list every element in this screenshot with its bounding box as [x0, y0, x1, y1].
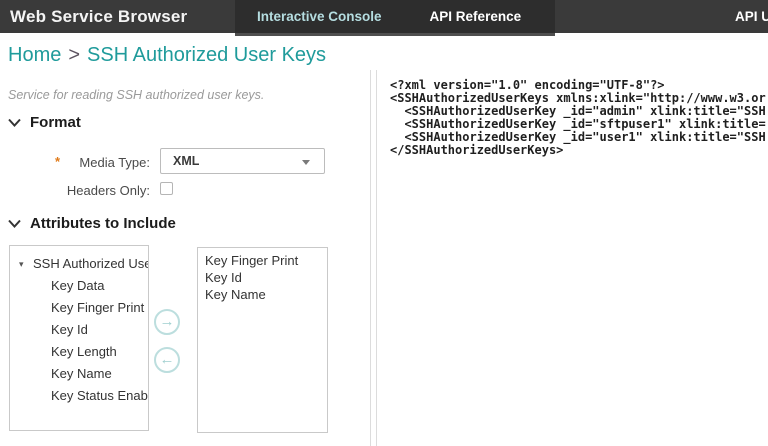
dropdown-caret-icon	[302, 160, 310, 165]
tree-item[interactable]: Key Status Enab	[10, 385, 148, 407]
xml-response-output: <?xml version="1.0" encoding="UTF-8"?> <…	[378, 70, 768, 157]
list-item[interactable]: Key Id	[205, 269, 327, 286]
service-description: Service for reading SSH authorized user …	[8, 88, 265, 102]
headers-only-checkbox[interactable]	[160, 182, 173, 195]
selected-attributes-list: Key Finger Print Key Id Key Name	[197, 247, 328, 433]
media-type-selected-value: XML	[173, 154, 200, 168]
list-item[interactable]: Key Finger Print	[205, 252, 327, 269]
api-use-link[interactable]: API Use	[735, 9, 768, 24]
top-header-bar: Web Service Browser Interactive Console …	[0, 0, 768, 36]
web-service-browser-window: Web Service Browser Interactive Console …	[0, 0, 768, 446]
format-section-header[interactable]: Format	[8, 114, 81, 131]
format-section-title: Format	[30, 114, 81, 131]
tree-item[interactable]: Key Finger Print	[10, 297, 148, 319]
tree-item[interactable]: Key Id	[10, 319, 148, 341]
tree-item[interactable]: Key Length	[10, 341, 148, 363]
chevron-down-icon	[8, 219, 21, 228]
attributes-section-title: Attributes to Include	[30, 215, 176, 232]
list-item[interactable]: Key Name	[205, 286, 327, 303]
media-type-select[interactable]: XML	[160, 148, 325, 174]
tree-root-label: SSH Authorized Use	[33, 256, 149, 271]
response-pane: <?xml version="1.0" encoding="UTF-8"?> <…	[378, 70, 768, 446]
header-tabstrip: Interactive Console API Reference	[235, 0, 555, 36]
tab-interactive-console[interactable]: Interactive Console	[235, 0, 406, 33]
move-right-button[interactable]: →	[154, 309, 180, 335]
move-left-button[interactable]: ←	[154, 347, 180, 373]
breadcrumb: Home > SSH Authorized User Keys	[8, 44, 326, 67]
app-title: Web Service Browser	[10, 7, 188, 26]
disclosure-triangle-icon: ▾	[19, 259, 24, 269]
chevron-down-icon	[8, 118, 21, 127]
headers-only-label: Headers Only:	[66, 183, 150, 198]
tree-root-item[interactable]: ▾ SSH Authorized Use	[10, 253, 148, 275]
page-title: SSH Authorized User Keys	[87, 44, 327, 66]
tree-item[interactable]: Key Name	[10, 363, 148, 385]
available-attributes-tree: ▾ SSH Authorized Use Key Data Key Finger…	[9, 245, 149, 431]
breadcrumb-separator: >	[68, 44, 81, 66]
pane-splitter[interactable]	[370, 70, 377, 446]
service-config-pane: Service for reading SSH authorized user …	[0, 70, 370, 446]
breadcrumb-home-link[interactable]: Home	[8, 44, 61, 66]
tab-api-reference[interactable]: API Reference	[406, 0, 546, 33]
media-type-label: Media Type:	[79, 155, 150, 170]
attributes-section-header[interactable]: Attributes to Include	[8, 215, 176, 232]
tree-item[interactable]: Key Data	[10, 275, 148, 297]
header-right-link-clip: API Use	[735, 0, 768, 33]
xml-line: </SSHAuthorizedUserKeys>	[390, 143, 564, 157]
